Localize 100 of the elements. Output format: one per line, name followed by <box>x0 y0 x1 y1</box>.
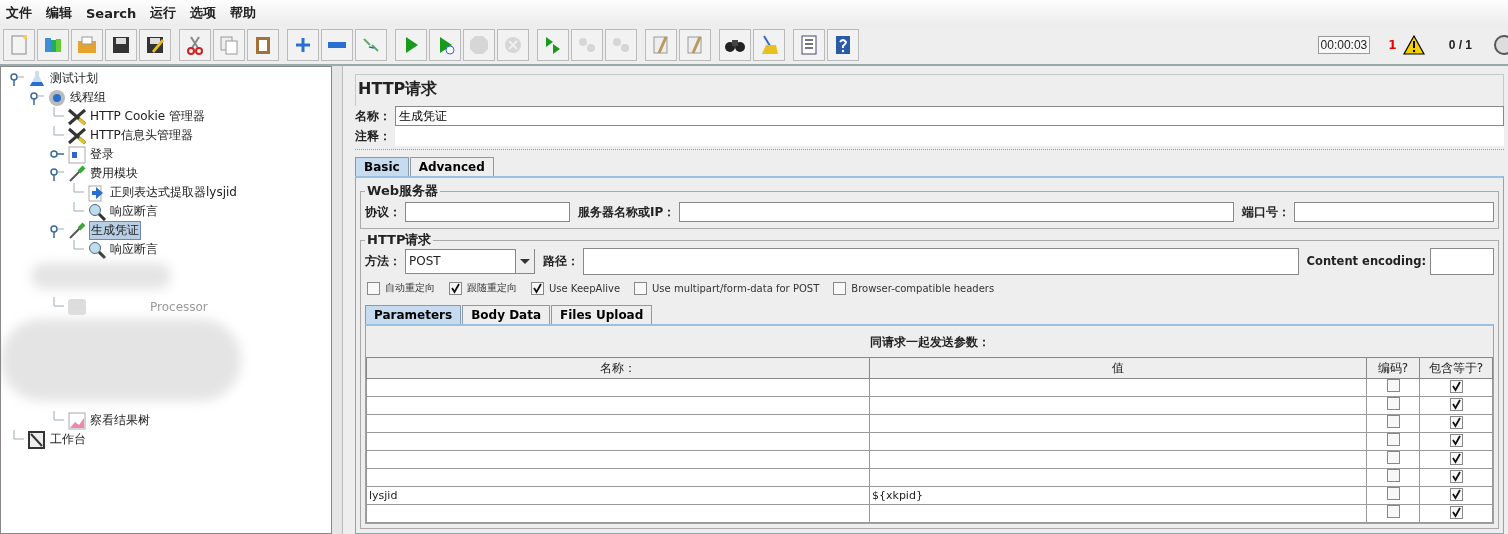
field-label: 名称： <box>355 107 391 125</box>
field-label: 服务器名称或IP： <box>578 203 676 221</box>
path-field[interactable] <box>583 247 1299 275</box>
list-icon <box>798 34 820 56</box>
checkbox[interactable] <box>531 281 544 295</box>
menu-item[interactable]: Search <box>86 5 137 21</box>
tab[interactable]: Basic <box>355 157 409 176</box>
encoding-field[interactable] <box>1430 247 1494 275</box>
checkbox[interactable] <box>833 281 847 295</box>
tree-item[interactable]: 费用模块 <box>89 165 139 182</box>
tree-item[interactable]: HTTP信息头管理器 <box>89 127 194 144</box>
copy-icon <box>218 34 240 56</box>
checkbox-label: 跟随重定向 <box>467 281 517 295</box>
toolbar-button[interactable] <box>719 29 751 61</box>
warning-icon[interactable] <box>1402 35 1425 55</box>
checkbox[interactable] <box>1386 505 1400 518</box>
toolbar-button[interactable] <box>827 29 859 61</box>
checkbox[interactable] <box>1449 487 1463 501</box>
field-label: 路径： <box>543 252 579 270</box>
flask-icon <box>27 69 47 88</box>
board-icon <box>27 430 47 449</box>
caret-icon <box>515 249 534 273</box>
tree-item[interactable]: HTTP Cookie 管理器 <box>89 108 207 125</box>
save-icon <box>110 34 132 56</box>
field-label: 注释： <box>355 127 391 145</box>
tree-item[interactable]: 正则表达式提取器lysjid <box>109 184 238 201</box>
error-count: 1 <box>1388 38 1397 52</box>
checkbox[interactable] <box>1386 397 1400 410</box>
checkbox-label: Use KeepAlive <box>549 282 621 294</box>
menu-item[interactable]: 编辑 <box>46 4 72 22</box>
tab[interactable]: Parameters <box>365 305 462 324</box>
menu-item[interactable]: 选项 <box>190 4 217 22</box>
close-icon <box>502 34 524 56</box>
column-header[interactable]: 包含等于? <box>1419 357 1493 379</box>
magnifier-icon <box>87 240 107 259</box>
checkbox[interactable] <box>1449 451 1463 465</box>
checkbox[interactable] <box>1449 469 1463 483</box>
checkbox[interactable] <box>1449 505 1463 519</box>
checkbox[interactable] <box>1386 487 1400 500</box>
table-cell: lysjid <box>369 488 398 502</box>
column-header[interactable]: 编码? <box>1366 357 1420 379</box>
checkbox[interactable] <box>1386 451 1400 464</box>
checkbox[interactable] <box>449 281 462 295</box>
thread-count: 0 / 1 <box>1448 38 1472 52</box>
tab[interactable]: Body Data <box>462 305 551 324</box>
method-dropdown[interactable]: POST <box>405 248 535 274</box>
checkbox[interactable] <box>367 281 380 295</box>
column-header[interactable]: 值 <box>869 357 1367 379</box>
tree-item[interactable]: 察看结果树 <box>89 412 151 429</box>
field-label: 协议： <box>365 203 401 221</box>
tree-item[interactable]: 响应断言 <box>109 203 159 220</box>
checkbox[interactable] <box>1449 397 1463 411</box>
checkbox[interactable] <box>1386 415 1400 428</box>
checkbox[interactable] <box>1386 469 1400 482</box>
toolbar-button[interactable] <box>139 29 171 61</box>
window-icon <box>67 145 87 164</box>
checkbox-label: Browser-compatible headers <box>851 282 995 294</box>
gear-icon <box>47 88 67 107</box>
comment-field[interactable] <box>395 126 1504 146</box>
blank-page-icon <box>8 34 30 56</box>
tree-item[interactable]: 测试计划 <box>49 70 99 87</box>
field-label: 方法： <box>365 252 401 270</box>
tools-icon <box>67 107 87 126</box>
tree-item[interactable]: 工作台 <box>49 431 87 448</box>
tab[interactable]: Advanced <box>409 157 494 176</box>
minus-icon <box>326 41 348 49</box>
chart-icon <box>67 411 87 430</box>
tree-item[interactable]: 生成凭证 <box>89 221 141 240</box>
checkbox-label: Use multipart/form-data for POST <box>652 282 820 294</box>
column-header[interactable]: 名称： <box>366 357 870 379</box>
tree-item[interactable]: 线程组 <box>69 89 107 106</box>
menu-item[interactable]: 帮助 <box>230 4 257 22</box>
port-field[interactable] <box>1294 202 1494 222</box>
menu-item[interactable]: 文件 <box>6 4 32 22</box>
status-icon <box>1492 35 1508 55</box>
pipette-icon <box>67 221 87 240</box>
field-label: Content encoding: <box>1306 254 1426 268</box>
name-field[interactable]: 生成凭证 <box>395 106 1504 126</box>
table-cell: ${xkpid} <box>872 488 923 502</box>
checkbox[interactable] <box>634 281 648 295</box>
tab[interactable]: Files Upload <box>551 305 653 324</box>
group-title: HTTP请求 <box>366 231 433 249</box>
stop-icon <box>468 34 490 56</box>
tree-item[interactable]: 登录 <box>89 146 115 163</box>
checkbox[interactable] <box>1449 415 1463 429</box>
pipette-icon <box>67 164 87 183</box>
toolbar-button[interactable] <box>105 29 137 61</box>
table-caption: 同请求一起发送参数： <box>868 334 991 351</box>
checkbox[interactable] <box>1449 379 1463 393</box>
checkbox[interactable] <box>1386 379 1400 392</box>
server-field[interactable] <box>679 202 1234 222</box>
tools-icon <box>67 126 87 145</box>
menu-item[interactable]: 运行 <box>150 4 177 22</box>
elapsed-time: 00:00:03 <box>1317 36 1371 54</box>
tree-item[interactable]: 响应断言 <box>109 241 159 258</box>
checkbox[interactable] <box>1386 433 1400 446</box>
checkbox[interactable] <box>1449 433 1463 447</box>
greyed-icon <box>67 297 87 316</box>
protocol-field[interactable] <box>405 202 570 222</box>
cut-icon <box>184 34 206 56</box>
